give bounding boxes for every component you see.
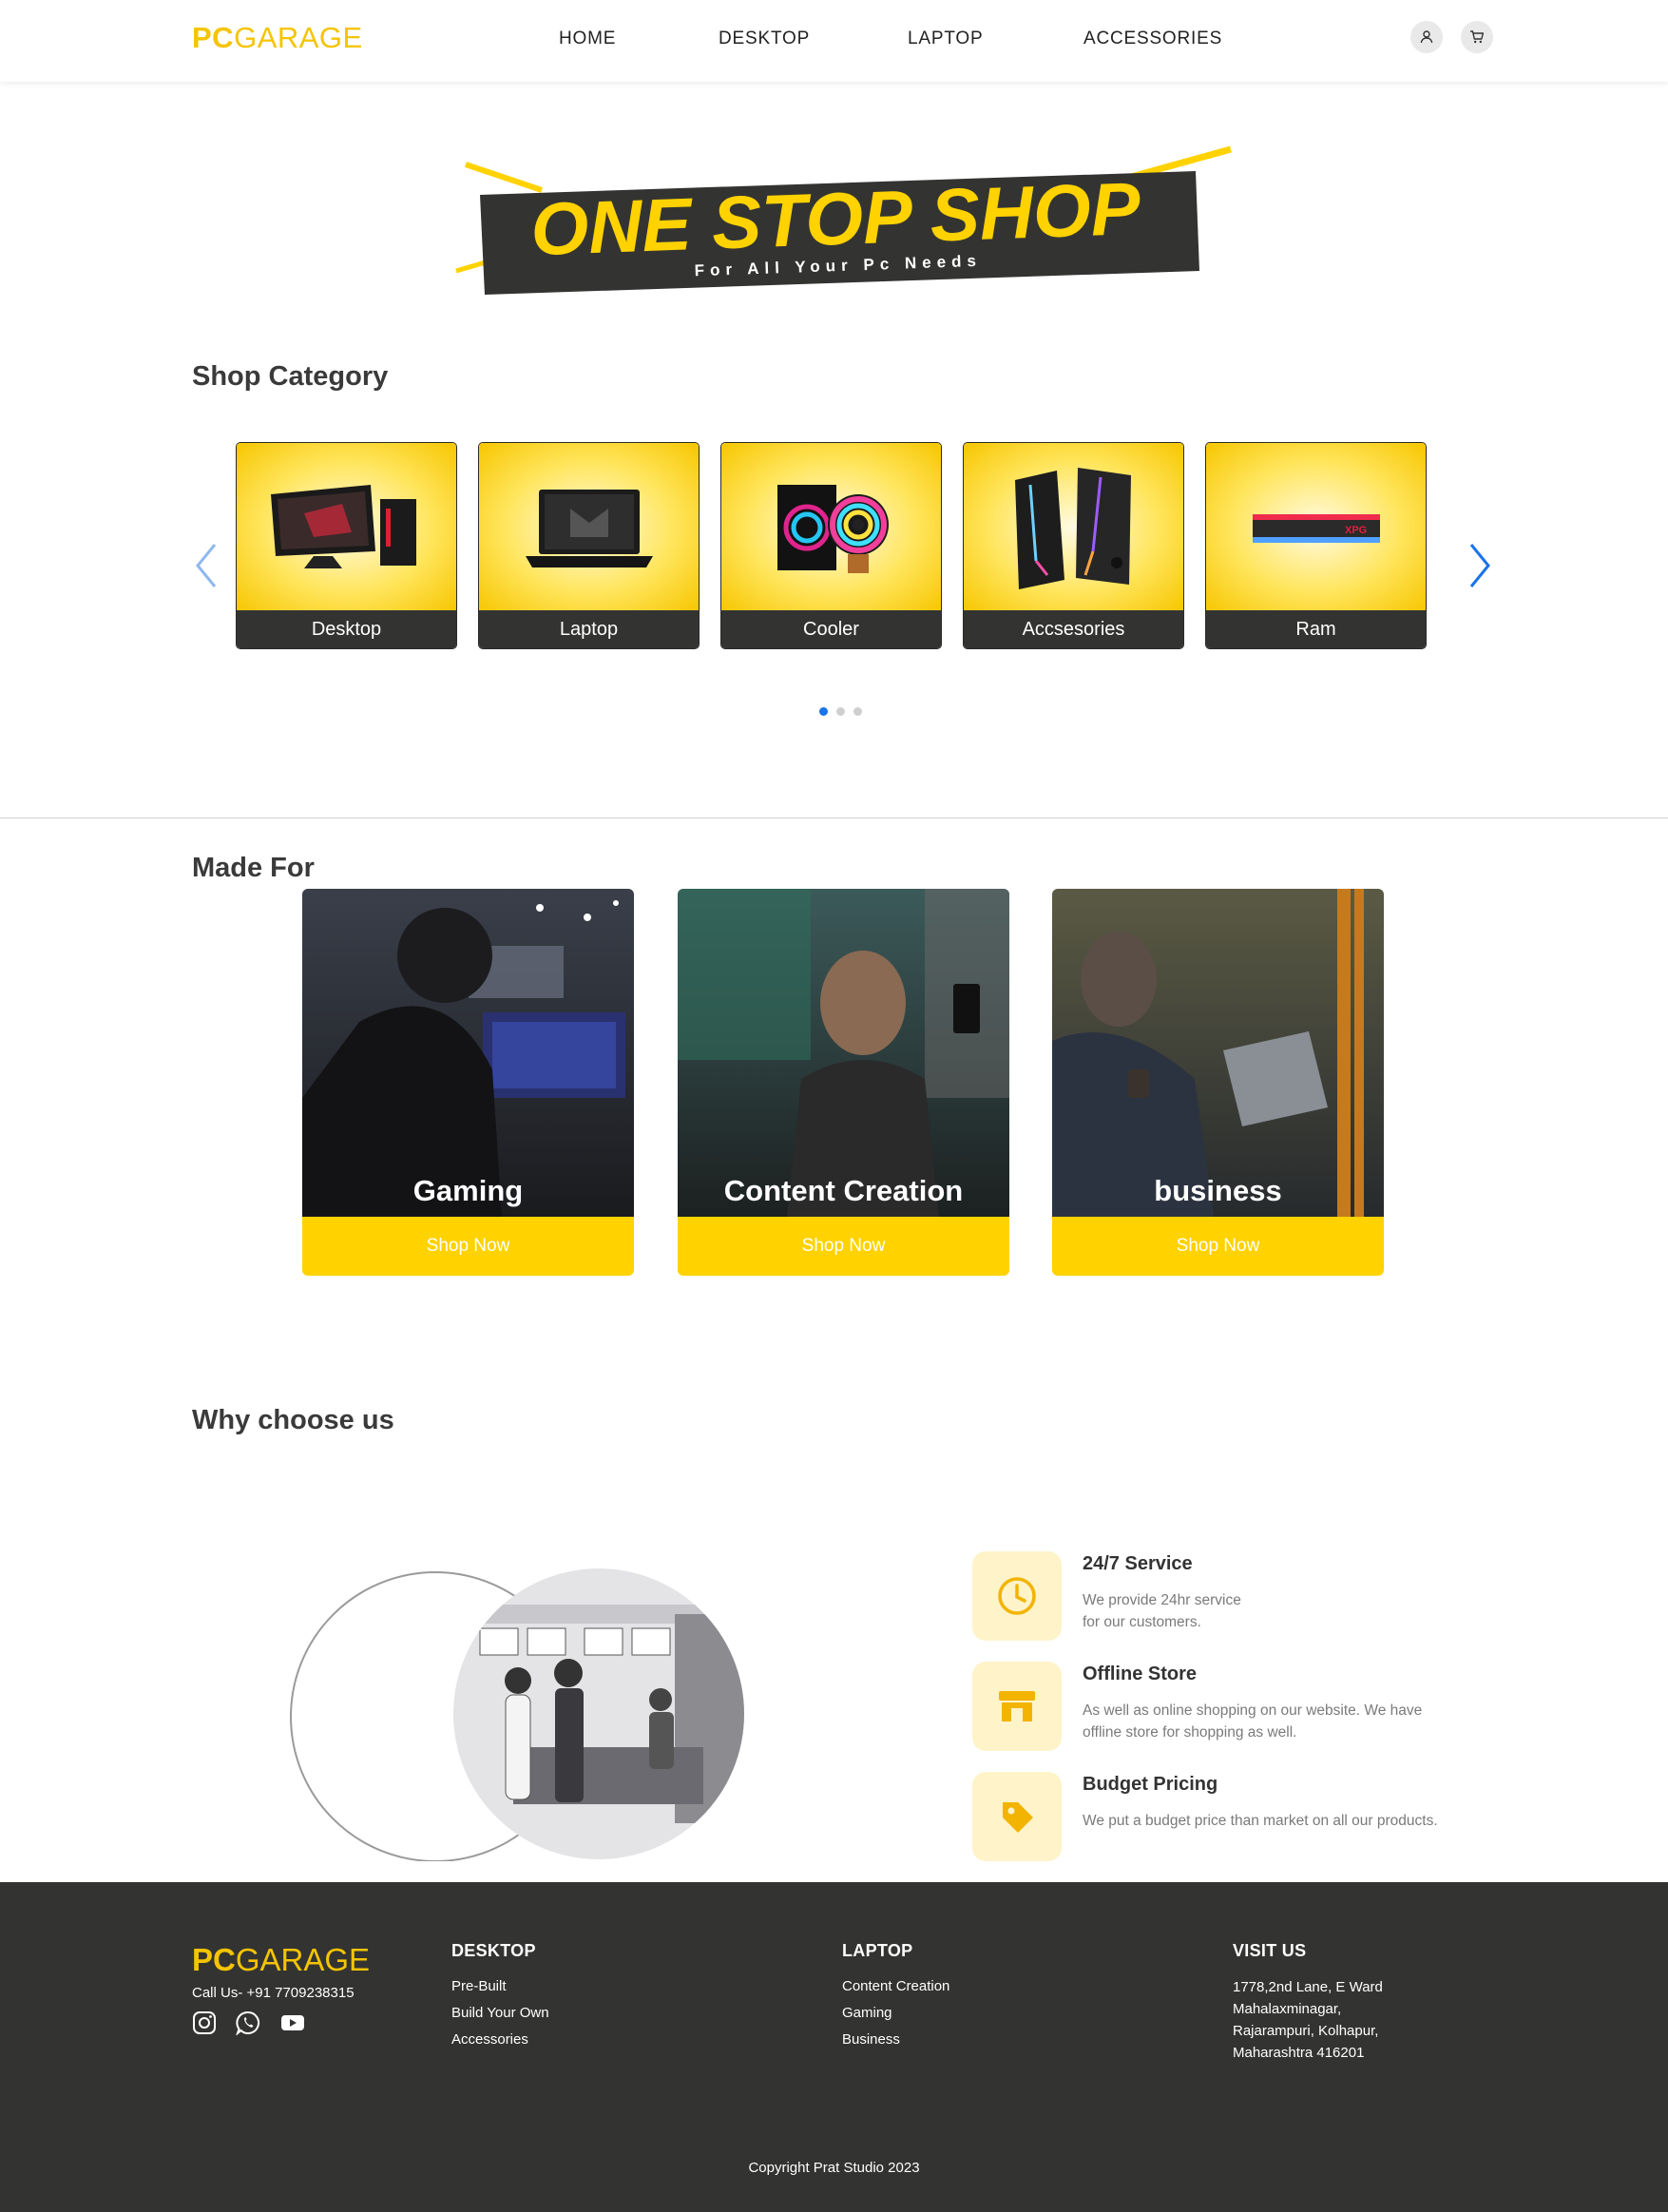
site-footer: PCGARAGE Call Us- +91 7709238315 DESKTOP… [0, 1882, 1668, 2212]
pagination-dot-active[interactable] [819, 707, 828, 716]
nav-laptop[interactable]: LAPTOP [908, 29, 983, 49]
logo-garage-text: GARAGE [235, 1942, 371, 1977]
made-for-card-business[interactable]: business Shop Now [1052, 889, 1384, 1276]
address-line: Rajarampuri, Kolhapur, [1233, 2023, 1379, 2039]
footer-link[interactable]: Gaming [842, 2005, 892, 2021]
feature-desc-line: We put a budget price than market on all… [1083, 1813, 1438, 1829]
nav-desktop[interactable]: DESKTOP [719, 29, 810, 49]
footer-link[interactable]: Build Your Own [451, 2005, 549, 2021]
made-for-card-title: Gaming [412, 1174, 524, 1207]
category-label: Accsesories [964, 610, 1183, 648]
category-card-laptop[interactable]: Laptop [478, 442, 700, 649]
category-label: Ram [1206, 610, 1426, 648]
footer-link[interactable]: Content Creation [842, 1978, 949, 1994]
feature-desc-line: offline store for shopping as well. [1083, 1724, 1297, 1741]
speakers-image [964, 443, 1183, 612]
why-choose-us-title: Why choose us [192, 1405, 394, 1435]
shop-now-button[interactable]: Shop Now [678, 1217, 1009, 1276]
copyright-text: Copyright Prat Studio 2023 [748, 2160, 920, 2176]
user-icon[interactable] [1410, 21, 1443, 53]
gaming-photo [302, 889, 634, 1217]
cart-icon[interactable] [1461, 21, 1493, 53]
feature-desc-line: for our customers. [1083, 1614, 1201, 1630]
address-line: Maharashtra 416201 [1233, 2045, 1365, 2061]
footer-link[interactable]: Accessories [451, 2031, 528, 2048]
category-card-ram[interactable]: XPG Ram [1205, 442, 1427, 649]
store-illustration [290, 1568, 744, 1861]
footer-heading-desktop: DESKTOP [451, 1941, 536, 1960]
feature-title: 24/7 Service [1083, 1553, 1193, 1574]
logo-pc-text: PC [192, 1942, 236, 1977]
pagination-dot[interactable] [836, 707, 845, 716]
carousel-prev-arrow[interactable] [188, 537, 226, 594]
category-card-desktop[interactable]: Desktop [236, 442, 457, 649]
site-header: PCGARAGE HOME DESKTOP LAPTOP ACCESSORIES [0, 0, 1668, 82]
made-for-title: Made For [192, 853, 315, 883]
content-creation-photo [678, 889, 1009, 1217]
address-line: 1778,2nd Lane, E Ward [1233, 1979, 1383, 1995]
shop-now-button[interactable]: Shop Now [1052, 1217, 1384, 1276]
business-photo [1052, 889, 1384, 1217]
category-label: Laptop [479, 610, 699, 648]
shop-now-button[interactable]: Shop Now [302, 1217, 634, 1276]
made-for-card-content-creation[interactable]: Content Creation Shop Now [678, 889, 1009, 1276]
feature-desc-line: As well as online shopping on our websit… [1083, 1702, 1423, 1719]
shop-category-title: Shop Category [192, 361, 389, 392]
desktop-image [237, 443, 456, 612]
footer-link[interactable]: Pre-Built [451, 1978, 507, 1994]
svg-text:XPG: XPG [1345, 525, 1367, 536]
hero-banner: ONE STOP SHOP For All Your Pc Needs [447, 138, 1245, 309]
logo-garage-text: GARAGE [234, 21, 363, 54]
category-card-cooler[interactable]: Cooler [720, 442, 942, 649]
address-line: Mahalaxminagar, [1233, 2001, 1342, 2017]
logo-pc-text: PC [192, 21, 235, 54]
made-for-card-title: business [1154, 1174, 1282, 1207]
footer-heading-laptop: LAPTOP [842, 1941, 913, 1960]
made-for-card-title: Content Creation [723, 1174, 964, 1207]
made-for-card-gaming[interactable]: Gaming Shop Now [302, 889, 634, 1276]
ram-image: XPG [1206, 443, 1426, 612]
feature-desc-line: We provide 24hr service [1083, 1592, 1241, 1608]
nav-accessories[interactable]: ACCESSORIES [1083, 29, 1222, 49]
store-icon [972, 1662, 1062, 1751]
footer-heading-visit-us: VISIT US [1233, 1941, 1307, 1960]
feature-title: Offline Store [1083, 1664, 1198, 1684]
cooler-image [721, 443, 941, 612]
category-label: Desktop [237, 610, 456, 648]
youtube-icon[interactable] [279, 2010, 306, 2037]
footer-logo[interactable]: PCGARAGE [192, 1942, 370, 1978]
category-card-accessories[interactable]: Accsesories [963, 442, 1184, 649]
tag-icon [972, 1772, 1062, 1861]
section-divider [0, 817, 1668, 818]
logo[interactable]: PCGARAGE [192, 21, 363, 55]
banner-graphic: ONE STOP SHOP For All Your Pc Needs [455, 145, 1232, 295]
nav-home[interactable]: HOME [559, 29, 616, 49]
whatsapp-icon[interactable] [235, 2010, 262, 2037]
feature-title: Budget Pricing [1083, 1774, 1218, 1795]
footer-phone: Call Us- +91 7709238315 [192, 1985, 355, 2001]
footer-address: 1778,2nd Lane, E Ward Mahalaxminagar, Ra… [1233, 1976, 1461, 2064]
footer-link[interactable]: Business [842, 2031, 900, 2048]
clock-icon [972, 1551, 1062, 1641]
carousel-pagination [819, 707, 862, 716]
laptop-image [479, 443, 699, 612]
pagination-dot[interactable] [853, 707, 862, 716]
instagram-icon[interactable] [192, 2010, 219, 2037]
category-label: Cooler [721, 610, 941, 648]
carousel-next-arrow[interactable] [1460, 537, 1498, 594]
